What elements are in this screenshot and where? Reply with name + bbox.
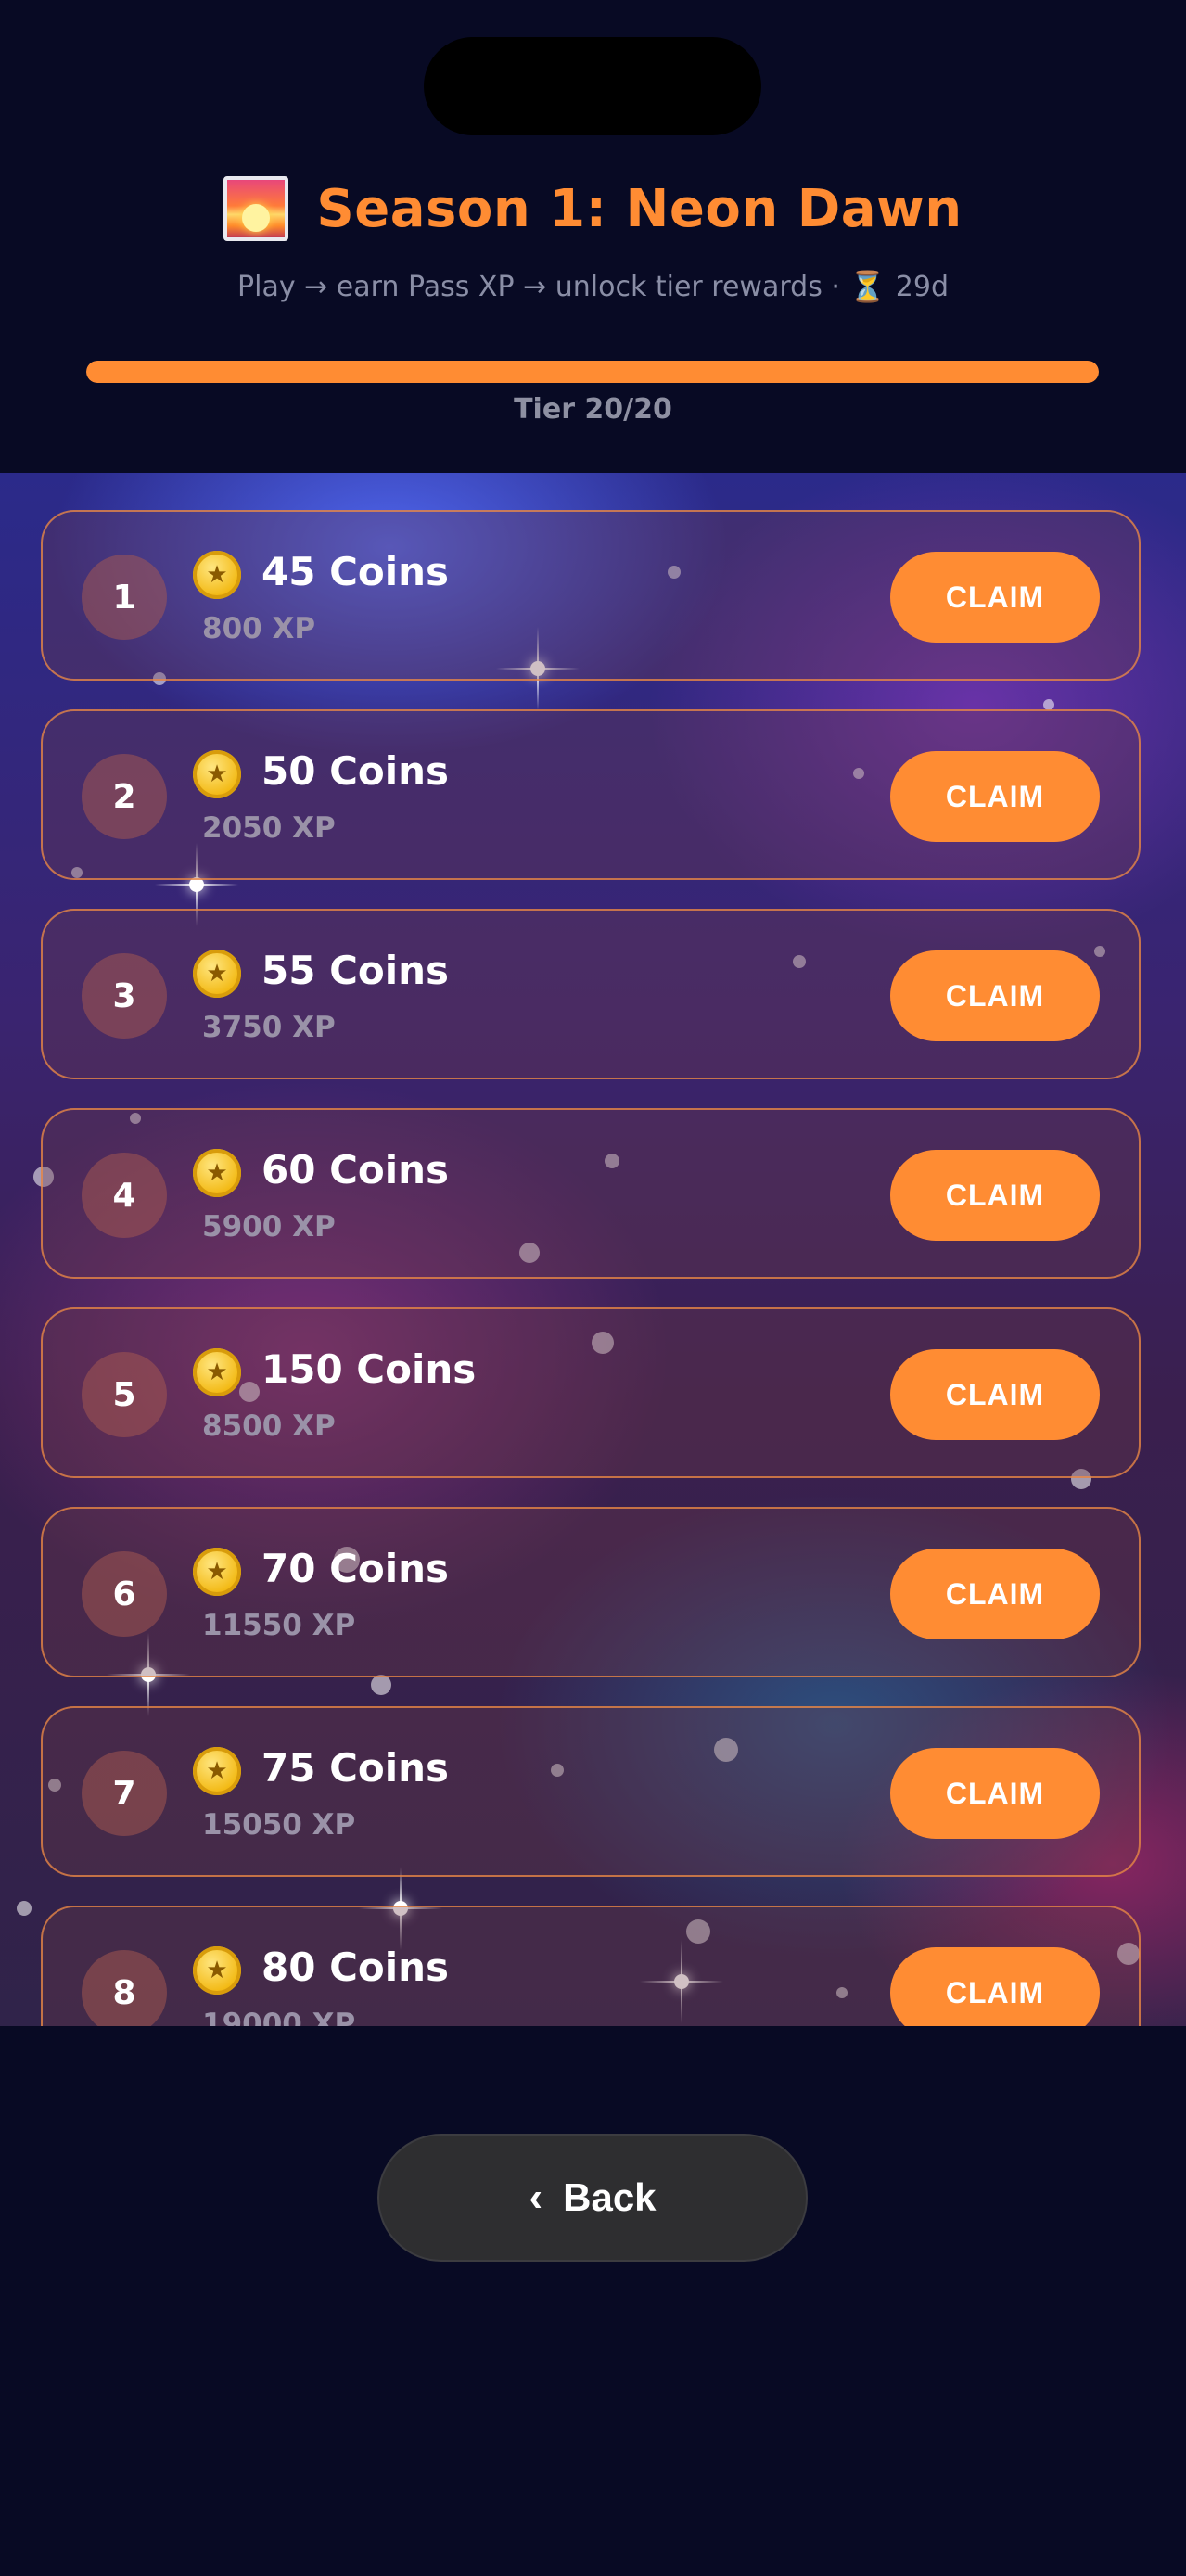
back-button[interactable]: ‹ Back	[377, 2134, 808, 2262]
coin-icon: ★	[193, 1348, 241, 1396]
season-subtitle: Play → earn Pass XP → unlock tier reward…	[0, 269, 1186, 304]
coin-icon: ★	[193, 1149, 241, 1197]
reward-name: 80 Coins	[261, 1945, 450, 1990]
coin-icon: ★	[193, 1548, 241, 1596]
tier-row: 2 ★ 50 Coins 2050 XP CLAIM	[41, 709, 1141, 880]
tier-row: 5 ★ 150 Coins 8500 XP CLAIM	[41, 1307, 1141, 1478]
tier-number-badge: 1	[82, 555, 167, 640]
tier-row: 7 ★ 75 Coins 15050 XP CLAIM	[41, 1706, 1141, 1877]
coin-icon: ★	[193, 950, 241, 998]
star-decoration	[17, 1901, 32, 1916]
device-notch	[424, 37, 761, 135]
sunrise-icon	[223, 176, 289, 241]
claim-button[interactable]: CLAIM	[890, 1349, 1100, 1440]
tier-progress-bar	[86, 361, 1099, 383]
reward-name: 75 Coins	[261, 1745, 450, 1791]
coin-icon: ★	[193, 1946, 241, 1995]
reward-xp: 19000 XP	[202, 2008, 356, 2026]
tier-row: 1 ★ 45 Coins 800 XP CLAIM	[41, 510, 1141, 681]
tier-number-badge: 2	[82, 754, 167, 839]
reward-xp: 11550 XP	[202, 1609, 356, 1642]
tier-row: 3 ★ 55 Coins 3750 XP CLAIM	[41, 909, 1141, 1079]
coin-icon: ★	[193, 750, 241, 798]
claim-button[interactable]: CLAIM	[890, 1947, 1100, 2026]
tier-number-badge: 6	[82, 1551, 167, 1637]
coin-icon: ★	[193, 1747, 241, 1795]
tier-row: 6 ★ 70 Coins 11550 XP CLAIM	[41, 1507, 1141, 1677]
claim-button[interactable]: CLAIM	[890, 1748, 1100, 1839]
hourglass-icon: ⏳	[848, 269, 886, 304]
claim-button[interactable]: CLAIM	[890, 950, 1100, 1041]
chevron-left-icon: ‹	[529, 2174, 543, 2220]
tier-number-badge: 4	[82, 1153, 167, 1238]
claim-button[interactable]: CLAIM	[890, 751, 1100, 842]
claim-button[interactable]: CLAIM	[890, 552, 1100, 643]
reward-name: 50 Coins	[261, 748, 450, 794]
title-row: Season 1: Neon Dawn	[0, 167, 1186, 250]
tier-progress-label: Tier 20/20	[514, 393, 672, 426]
reward-xp: 2050 XP	[202, 811, 336, 845]
tier-row: 4 ★ 60 Coins 5900 XP CLAIM	[41, 1108, 1141, 1279]
reward-xp: 8500 XP	[202, 1409, 336, 1443]
coin-icon: ★	[193, 551, 241, 599]
star-decoration	[371, 1675, 391, 1695]
reward-name: 55 Coins	[261, 948, 450, 993]
time-left: 29d	[895, 270, 949, 303]
tier-list-scroll-area[interactable]: 1 ★ 45 Coins 800 XP CLAIM 2 ★ 50 Coins 2…	[0, 473, 1186, 2026]
season-header: Season 1: Neon Dawn Play → earn Pass XP …	[0, 167, 1186, 304]
claim-button[interactable]: CLAIM	[890, 1549, 1100, 1639]
back-button-label: Back	[563, 2175, 657, 2219]
tier-progress-fill	[86, 361, 1099, 383]
reward-name: 60 Coins	[261, 1147, 450, 1192]
reward-name: 45 Coins	[261, 549, 450, 594]
reward-name: 150 Coins	[261, 1346, 477, 1392]
tier-row: 8 ★ 80 Coins 19000 XP CLAIM	[41, 1906, 1141, 2026]
reward-name: 70 Coins	[261, 1546, 450, 1591]
reward-xp: 3750 XP	[202, 1011, 336, 1044]
tier-number-badge: 8	[82, 1950, 167, 2026]
reward-xp: 5900 XP	[202, 1210, 336, 1243]
tier-number-badge: 5	[82, 1352, 167, 1437]
reward-xp: 800 XP	[202, 612, 316, 645]
page-title: Season 1: Neon Dawn	[316, 178, 963, 239]
tier-number-badge: 3	[82, 953, 167, 1039]
reward-xp: 15050 XP	[202, 1808, 356, 1842]
subtitle-text: Play → earn Pass XP → unlock tier reward…	[237, 270, 840, 303]
claim-button[interactable]: CLAIM	[890, 1150, 1100, 1241]
tier-number-badge: 7	[82, 1751, 167, 1836]
